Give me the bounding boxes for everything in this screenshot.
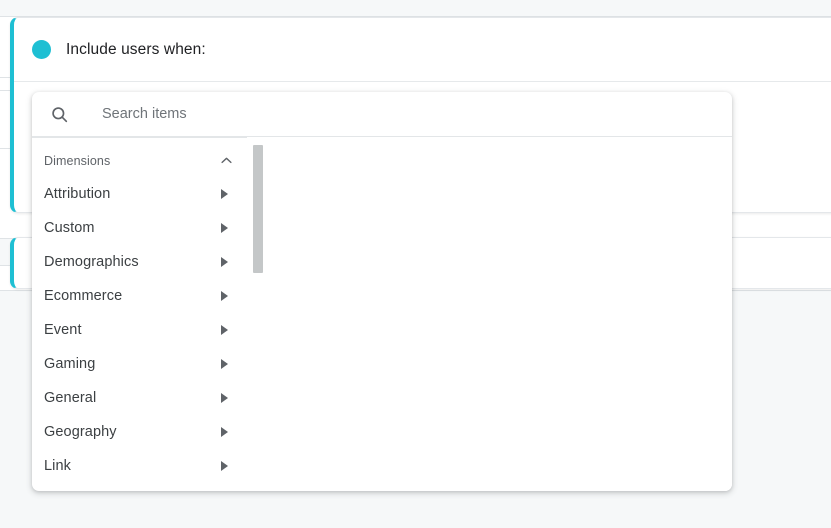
triangle-right-icon bbox=[221, 325, 228, 335]
triangle-right-icon bbox=[221, 189, 228, 199]
triangle-right-icon bbox=[221, 291, 228, 301]
dropdown-body: Dimensions Attribution Custom Demographi… bbox=[32, 137, 732, 491]
list-item[interactable]: Gaming bbox=[32, 347, 247, 381]
list-item-label: Custom bbox=[44, 220, 95, 236]
list-item-label: Gaming bbox=[44, 356, 96, 372]
group-header-dimensions[interactable]: Dimensions bbox=[32, 144, 247, 177]
list-item[interactable]: Attribution bbox=[32, 177, 247, 211]
list-item[interactable]: Event bbox=[32, 313, 247, 347]
chevron-up-icon[interactable] bbox=[217, 152, 235, 170]
search-row bbox=[32, 92, 732, 137]
bg-band-top-strip bbox=[0, 0, 831, 16]
list-item-label: General bbox=[44, 390, 97, 406]
list-item[interactable]: Custom bbox=[32, 211, 247, 245]
list-item-label: Event bbox=[44, 322, 82, 338]
list-item[interactable]: Demographics bbox=[32, 245, 247, 279]
list-item-label: Attribution bbox=[44, 186, 111, 202]
list-item[interactable]: Geography bbox=[32, 415, 247, 449]
list-item-label: Ecommerce bbox=[44, 288, 123, 304]
filled-circle-icon bbox=[32, 40, 51, 59]
group-header-label: Dimensions bbox=[44, 153, 111, 168]
triangle-right-icon bbox=[221, 223, 228, 233]
dimensions-list: Dimensions Attribution Custom Demographi… bbox=[32, 137, 247, 491]
list-item-label: Demographics bbox=[44, 254, 139, 270]
triangle-right-icon bbox=[221, 427, 228, 437]
list-item[interactable]: Link bbox=[32, 449, 247, 483]
search-icon bbox=[48, 103, 70, 125]
list-item-label: Link bbox=[44, 458, 71, 474]
list-item[interactable]: General bbox=[32, 381, 247, 415]
triangle-right-icon bbox=[221, 359, 228, 369]
list-item[interactable]: Ecommerce bbox=[32, 279, 247, 313]
triangle-right-icon bbox=[221, 393, 228, 403]
list-item-label: Geography bbox=[44, 424, 117, 440]
include-users-label: Include users when: bbox=[66, 40, 206, 58]
item-picker-dropdown[interactable]: Dimensions Attribution Custom Demographi… bbox=[32, 92, 732, 491]
scrollbar-thumb[interactable] bbox=[253, 145, 263, 273]
submenu-pane bbox=[262, 137, 732, 491]
triangle-right-icon bbox=[221, 257, 228, 267]
dimensions-list-scrollbar[interactable] bbox=[247, 137, 263, 491]
condition-card-header: Include users when: bbox=[14, 18, 831, 82]
triangle-right-icon bbox=[221, 461, 228, 471]
search-input[interactable] bbox=[102, 101, 662, 127]
